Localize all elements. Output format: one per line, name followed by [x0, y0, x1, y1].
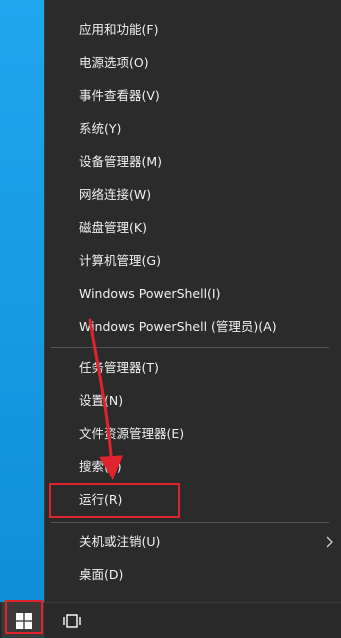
menu-item-settings[interactable]: 设置(N)	[79, 393, 123, 409]
chevron-right-icon	[326, 536, 333, 548]
menu-item-file-explorer[interactable]: 文件资源管理器(E)	[79, 426, 184, 442]
menu-divider	[51, 522, 329, 523]
menu-item-powershell[interactable]: Windows PowerShell(I)	[79, 286, 221, 302]
menu-item-task-manager[interactable]: 任务管理器(T)	[79, 360, 159, 376]
run-highlight-box	[49, 483, 180, 518]
menu-divider	[51, 347, 329, 348]
menu-item-power-options[interactable]: 电源选项(O)	[79, 55, 149, 71]
menu-item-network-connections[interactable]: 网络连接(W)	[79, 187, 151, 203]
menu-item-powershell-admin[interactable]: Windows PowerShell (管理员)(A)	[79, 319, 277, 335]
menu-item-device-manager[interactable]: 设备管理器(M)	[79, 154, 162, 170]
menu-item-search[interactable]: 搜索(S)	[79, 459, 122, 475]
menu-item-shutdown-or-signout[interactable]: 关机或注销(U)	[79, 534, 160, 550]
menu-item-computer-management[interactable]: 计算机管理(G)	[79, 253, 161, 269]
menu-item-desktop[interactable]: 桌面(D)	[79, 567, 123, 583]
menu-item-system[interactable]: 系统(Y)	[79, 121, 121, 137]
menu-item-disk-management[interactable]: 磁盘管理(K)	[79, 220, 147, 236]
menu-item-apps-and-features[interactable]: 应用和功能(F)	[79, 22, 158, 38]
start-highlight-box	[5, 600, 43, 634]
task-view-icon[interactable]	[62, 612, 82, 630]
taskbar	[0, 602, 341, 638]
menu-item-event-viewer[interactable]: 事件查看器(V)	[79, 88, 160, 104]
